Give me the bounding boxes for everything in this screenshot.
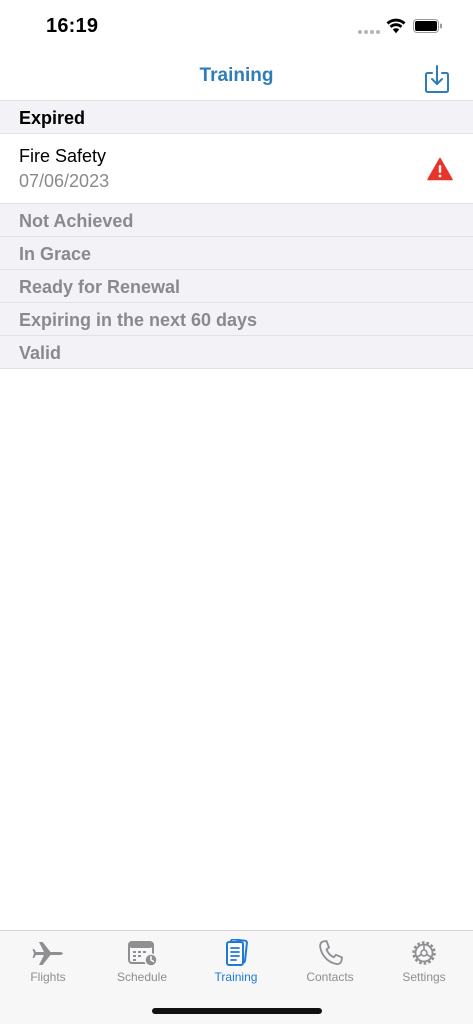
section-label: Expired: [19, 108, 86, 128]
section-label: Valid: [19, 343, 62, 363]
tab-label: Flights: [30, 970, 66, 984]
section-header-not-achieved[interactable]: Not Achieved: [0, 203, 473, 236]
gear-icon: [412, 941, 436, 965]
section-header-expired[interactable]: Expired: [0, 100, 473, 133]
airplane-icon: [32, 942, 63, 965]
training-title: Fire Safety: [19, 146, 107, 166]
tab-schedule[interactable]: Schedule: [95, 931, 189, 991]
training-date: 07/06/2023: [19, 171, 110, 191]
tab-training[interactable]: Training: [189, 931, 283, 991]
tab-contacts[interactable]: Contacts: [283, 931, 377, 991]
calendar-clock-icon: [128, 941, 158, 967]
list-divider: [0, 368, 473, 369]
tab-settings[interactable]: Settings: [377, 931, 471, 991]
section-label: Ready for Renewal: [19, 277, 181, 297]
training-list: Expired Fire Safety 07/06/2023 Not Achie…: [0, 100, 473, 369]
status-bar: 16:19: [0, 0, 473, 54]
battery-icon: [413, 19, 442, 33]
page-title: Training: [199, 65, 274, 86]
wifi-icon: [386, 18, 406, 34]
section-header-expiring-soon[interactable]: Expiring in the next 60 days: [0, 302, 473, 335]
tab-label: Training: [214, 970, 258, 984]
phone-icon: [319, 940, 343, 965]
tab-label: Schedule: [116, 970, 168, 984]
section-label: Not Achieved: [19, 211, 134, 231]
document-icon: [226, 939, 248, 966]
list-item[interactable]: Fire Safety 07/06/2023: [0, 133, 473, 203]
status-time: 16:19: [46, 15, 99, 37]
section-label: Expiring in the next 60 days: [19, 310, 258, 330]
tab-label: Settings: [402, 970, 446, 984]
warning-triangle-icon: [427, 157, 453, 181]
app-screen: 16:19 Training Expired Fire Safety 07/06…: [0, 0, 473, 1024]
section-label: In Grace: [19, 244, 92, 264]
home-indicator: [152, 1008, 322, 1014]
section-header-in-grace[interactable]: In Grace: [0, 236, 473, 269]
section-header-valid[interactable]: Valid: [0, 335, 473, 368]
download-tray-icon[interactable]: [423, 64, 451, 94]
tab-flights[interactable]: Flights: [1, 931, 95, 991]
tab-label: Contacts: [306, 970, 354, 984]
section-header-ready-for-renewal[interactable]: Ready for Renewal: [0, 269, 473, 302]
cellular-signal-icon: [358, 30, 380, 36]
navigation-bar: Training: [0, 54, 473, 100]
